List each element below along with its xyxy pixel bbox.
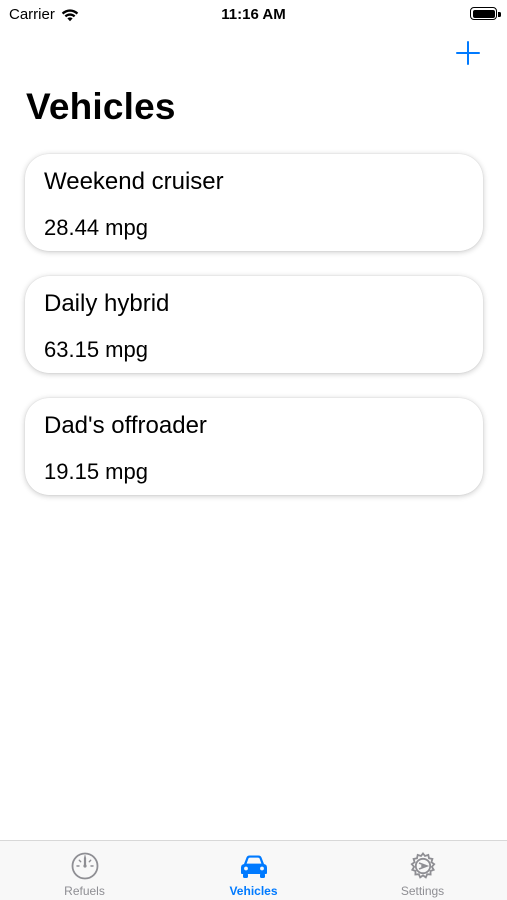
- tab-label: Vehicles: [229, 884, 278, 898]
- tab-settings[interactable]: Settings: [338, 841, 507, 900]
- vehicle-name: Weekend cruiser: [44, 168, 224, 195]
- vehicle-efficiency: 28.44 mpg: [44, 215, 148, 240]
- gear-icon: [409, 852, 436, 879]
- tab-vehicles[interactable]: Vehicles: [169, 841, 338, 900]
- car-icon: [240, 855, 267, 878]
- tab-label: Refuels: [64, 884, 105, 898]
- vehicle-card[interactable]: Daily hybrid 63.15 mpg: [25, 276, 483, 373]
- status-bar: Carrier 11:16 AM: [0, 0, 507, 28]
- page-title: Vehicles: [26, 86, 176, 127]
- vehicle-efficiency: 63.15 mpg: [44, 337, 148, 362]
- vehicle-name: Dad's offroader: [44, 412, 207, 439]
- vehicle-name: Daily hybrid: [44, 290, 170, 317]
- vehicle-card[interactable]: Dad's offroader 19.15 mpg: [25, 398, 483, 495]
- tab-bar: Refuels Vehicles Settings: [0, 840, 507, 900]
- vehicle-list: Weekend cruiser 28.44 mpg Daily hybrid 6…: [25, 154, 483, 520]
- gauge-icon: [71, 852, 98, 880]
- battery-icon: [470, 7, 501, 20]
- vehicle-efficiency: 19.15 mpg: [44, 459, 148, 484]
- battery-fill: [472, 9, 495, 18]
- battery-tip: [498, 11, 501, 17]
- add-vehicle-button[interactable]: [455, 40, 481, 66]
- tab-refuels[interactable]: Refuels: [0, 841, 169, 900]
- tab-label: Settings: [400, 884, 445, 898]
- status-time: 11:16 AM: [221, 6, 286, 23]
- vehicle-card[interactable]: Weekend cruiser 28.44 mpg: [25, 154, 483, 251]
